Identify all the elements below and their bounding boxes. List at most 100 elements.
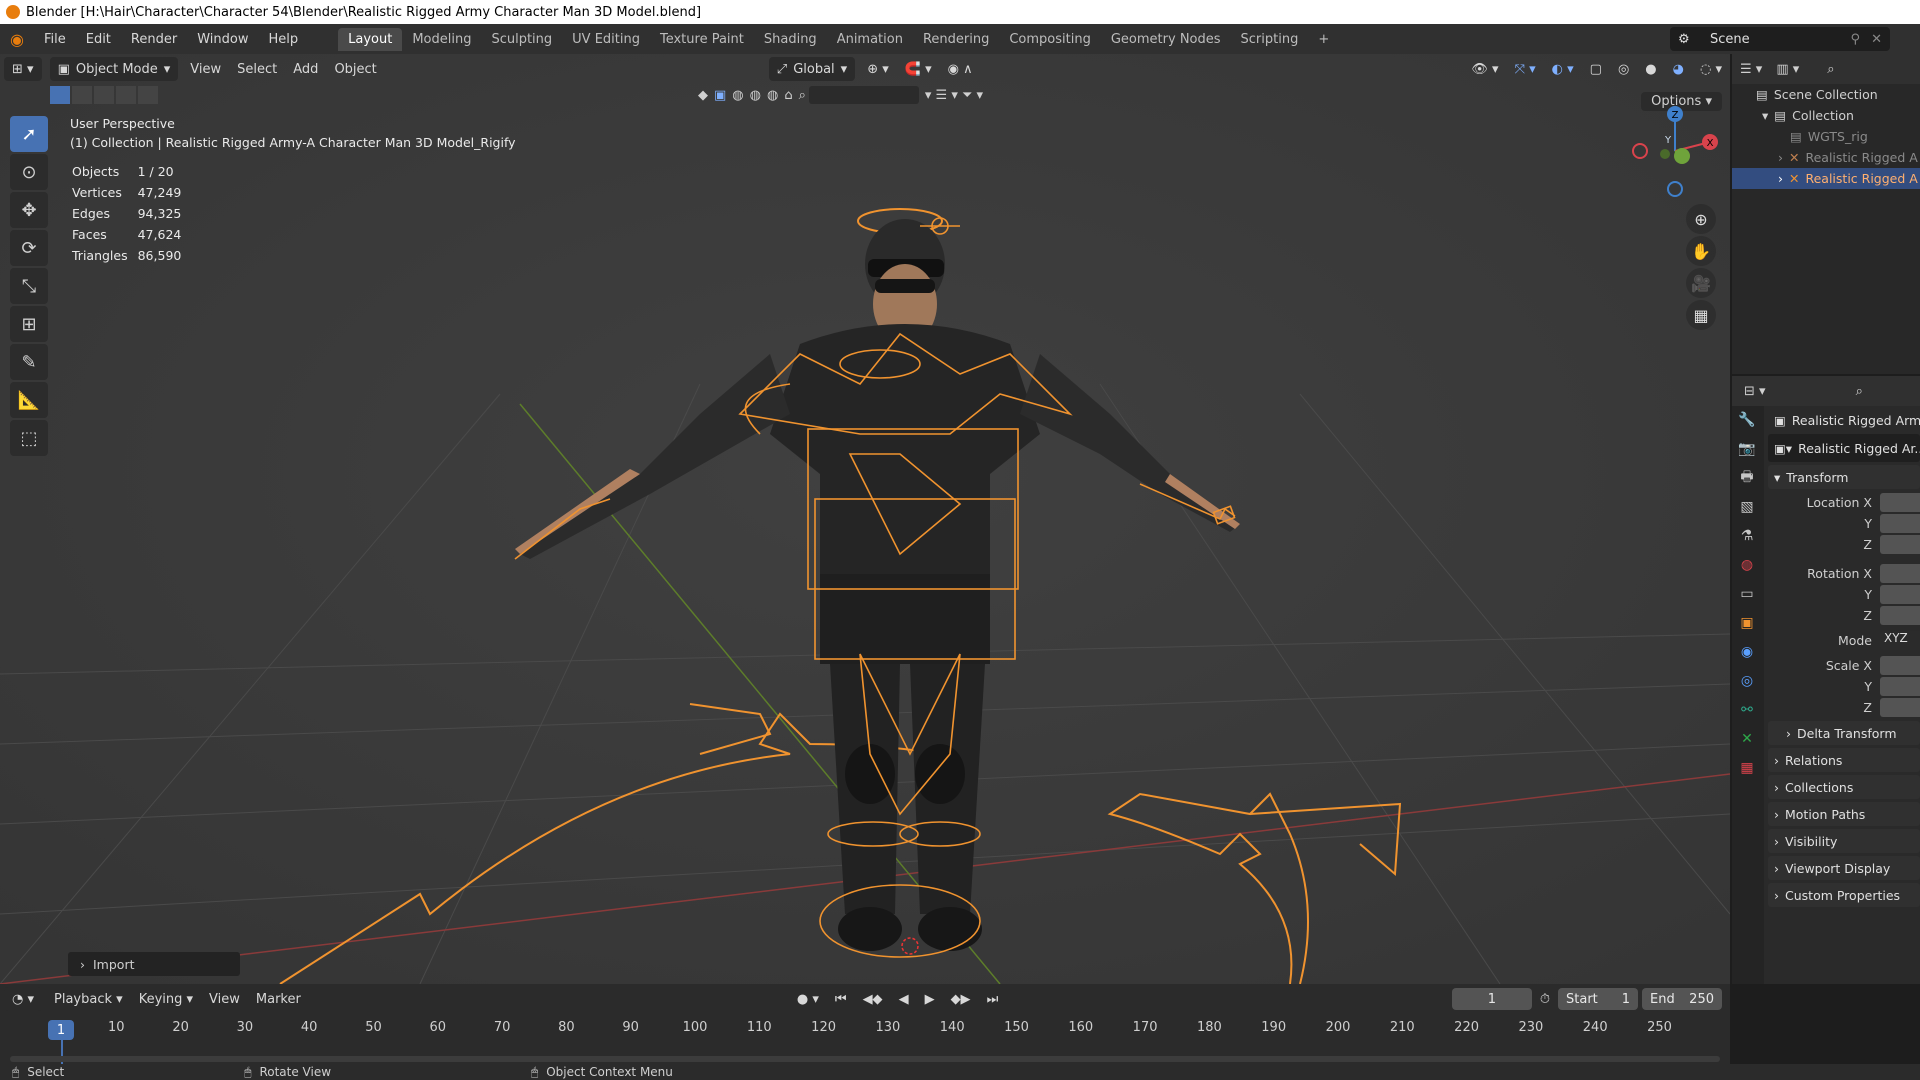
- transform-tool-icon[interactable]: ⊞: [10, 306, 48, 342]
- stopwatch-icon[interactable]: ⏱: [1532, 987, 1558, 1011]
- menu-view[interactable]: View: [182, 57, 229, 81]
- object-tab-icon[interactable]: ▣: [1732, 609, 1762, 637]
- annotate-tool-icon[interactable]: ✎: [10, 344, 48, 380]
- pivot-icon[interactable]: ⊕ ▾: [859, 57, 897, 81]
- measure-tool-icon[interactable]: 📐: [10, 382, 48, 418]
- rotation-z-field[interactable]: Z: [1768, 605, 1920, 626]
- transform-panel-header[interactable]: ▾ Transform: [1768, 465, 1920, 489]
- search-icon[interactable]: ⌕: [1827, 62, 1834, 77]
- grid-perspective-icon[interactable]: ▦: [1686, 300, 1716, 330]
- field-value[interactable]: [1880, 606, 1920, 625]
- delta-transform-panel[interactable]: › Delta Transform: [1768, 721, 1920, 745]
- menu-render[interactable]: Render: [121, 32, 187, 47]
- rotation-y-field[interactable]: Y: [1768, 584, 1920, 605]
- relations-panel[interactable]: › Relations: [1768, 748, 1920, 772]
- editor-type-icon[interactable]: ⊟ ▾: [1744, 384, 1766, 399]
- gizmo-y-icon[interactable]: [1674, 148, 1690, 164]
- tab-layout[interactable]: Layout: [338, 27, 403, 51]
- filter-icon[interactable]: ▾ ☰ ▾ ⏷ ▾: [925, 88, 983, 103]
- view-layer-tab-icon[interactable]: ▧: [1732, 493, 1762, 521]
- overlays-toggle-icon[interactable]: ◐ ▾: [1544, 57, 1582, 81]
- select-mode-icon[interactable]: ◍: [732, 88, 743, 103]
- gizmo-toggle-icon[interactable]: ⤧ ▾: [1507, 57, 1544, 81]
- scale-x-field[interactable]: Scale X: [1768, 655, 1920, 676]
- 3d-viewport[interactable]: ⊞ ▾ ▣ Object Mode ▾ View Select Add Obje…: [0, 54, 1730, 984]
- tab-geometry-nodes[interactable]: Geometry Nodes: [1101, 28, 1231, 51]
- playhead[interactable]: 1: [48, 1020, 74, 1040]
- outliner-row[interactable]: › ✕ Realistic Rigged A: [1732, 168, 1920, 189]
- constraint-tab-icon[interactable]: ⚯: [1732, 696, 1762, 724]
- camera-icon[interactable]: 🎥: [1686, 268, 1716, 298]
- scale-tool-icon[interactable]: ⤡: [10, 268, 48, 304]
- jump-end-icon[interactable]: ⏭: [979, 987, 1007, 1011]
- chevron-down-icon[interactable]: ▾: [1762, 108, 1768, 123]
- location-z-field[interactable]: Z: [1768, 534, 1920, 555]
- world-tab-icon[interactable]: ◍: [1732, 551, 1762, 579]
- menu-keying[interactable]: Keying ▾: [131, 987, 201, 1011]
- select-subtract-icon[interactable]: [94, 86, 114, 104]
- menu-help[interactable]: Help: [258, 32, 308, 47]
- transform-orientation-dropdown[interactable]: ⤢ Global ▾: [768, 57, 856, 81]
- collection-tab-icon[interactable]: ▭: [1732, 580, 1762, 608]
- tab-texture-paint[interactable]: Texture Paint: [650, 28, 754, 51]
- play-reverse-icon[interactable]: ◀: [891, 987, 917, 1011]
- field-value[interactable]: [1880, 698, 1920, 717]
- tab-compositing[interactable]: Compositing: [999, 28, 1101, 51]
- navigation-gizmo[interactable]: Z X Y: [1620, 94, 1720, 204]
- tab-sculpting[interactable]: Sculpting: [481, 28, 562, 51]
- zoom-icon[interactable]: ⊕: [1686, 204, 1716, 234]
- data-tab-icon[interactable]: ✕: [1732, 725, 1762, 753]
- next-keyframe-icon[interactable]: ◆▶: [943, 987, 979, 1011]
- prev-keyframe-icon[interactable]: ◀◆: [855, 987, 891, 1011]
- display-mode-icon[interactable]: ▥ ▾: [1776, 62, 1799, 77]
- outliner-row[interactable]: ▾ ▤ Collection: [1732, 105, 1920, 126]
- editor-type-icon[interactable]: ◔ ▾: [4, 987, 43, 1011]
- move-tool-icon[interactable]: ✥: [10, 192, 48, 228]
- tab-scripting[interactable]: Scripting: [1231, 28, 1309, 51]
- tab-uv-editing[interactable]: UV Editing: [562, 28, 650, 51]
- visibility-panel[interactable]: › Visibility: [1768, 829, 1920, 853]
- tab-shading[interactable]: Shading: [754, 28, 827, 51]
- physics-tab-icon[interactable]: ◎: [1732, 667, 1762, 695]
- rotation-x-field[interactable]: Rotation X: [1768, 563, 1920, 584]
- scene-tab-icon[interactable]: ⚗: [1732, 522, 1762, 550]
- scale-z-field[interactable]: Z: [1768, 697, 1920, 718]
- add-cube-tool-icon[interactable]: ⬚: [10, 420, 48, 456]
- outliner-row[interactable]: ▤ WGTS_rig: [1732, 126, 1920, 147]
- render-tab-icon[interactable]: 📷: [1732, 435, 1762, 463]
- shading-rendered-icon[interactable]: ◌ ▾: [1692, 57, 1730, 81]
- rotate-tool-icon[interactable]: ⟳: [10, 230, 48, 266]
- pan-hand-icon[interactable]: ✋: [1686, 236, 1716, 266]
- jump-start-icon[interactable]: ⏮: [827, 987, 855, 1011]
- outliner-row[interactable]: › ✕ Realistic Rigged A: [1732, 147, 1920, 168]
- location-x-field[interactable]: Location X: [1768, 492, 1920, 513]
- object-name-row[interactable]: ▣ Realistic Rigged Arm...: [1768, 406, 1920, 434]
- select-new-icon[interactable]: [50, 86, 70, 104]
- editor-type-icon[interactable]: ☰ ▾: [1740, 62, 1762, 77]
- field-value[interactable]: [1880, 585, 1920, 604]
- menu-select[interactable]: Select: [229, 57, 285, 81]
- record-icon[interactable]: ● ▾: [789, 987, 827, 1011]
- texture-tab-icon[interactable]: ▦: [1732, 754, 1762, 782]
- outliner-row[interactable]: ▤ Scene Collection: [1732, 84, 1920, 105]
- timeline-ruler[interactable]: 10 20 30 40 50 60 70 80 90 100 110 120 130 140 150 160 1…: [10, 1020, 1720, 1060]
- tab-animation[interactable]: Animation: [827, 28, 913, 51]
- snap-icon[interactable]: 🧲 ▾: [897, 57, 940, 81]
- output-tab-icon[interactable]: 🖶: [1732, 464, 1762, 492]
- add-workspace-icon[interactable]: +: [1308, 28, 1339, 51]
- visibility-icon[interactable]: 👁 ▾: [1463, 57, 1506, 81]
- search-icon[interactable]: ⌕: [799, 88, 806, 103]
- search-input[interactable]: [808, 86, 919, 104]
- field-value[interactable]: [1880, 656, 1920, 675]
- play-icon[interactable]: ▶: [917, 987, 943, 1011]
- rotation-mode-value[interactable]: XYZ: [1880, 631, 1920, 650]
- color-picker-icon[interactable]: ◆: [698, 88, 708, 103]
- custom-properties-panel[interactable]: › Custom Properties: [1768, 883, 1920, 907]
- shading-material-icon[interactable]: ◕: [1665, 57, 1692, 81]
- motion-paths-panel[interactable]: › Motion Paths: [1768, 802, 1920, 826]
- viewport-display-panel[interactable]: › Viewport Display: [1768, 856, 1920, 880]
- shading-wireframe-icon[interactable]: ◎: [1610, 57, 1637, 81]
- menu-marker[interactable]: Marker: [248, 987, 309, 1011]
- search-icon[interactable]: ⌕: [1856, 384, 1863, 399]
- menu-view[interactable]: View: [201, 987, 248, 1011]
